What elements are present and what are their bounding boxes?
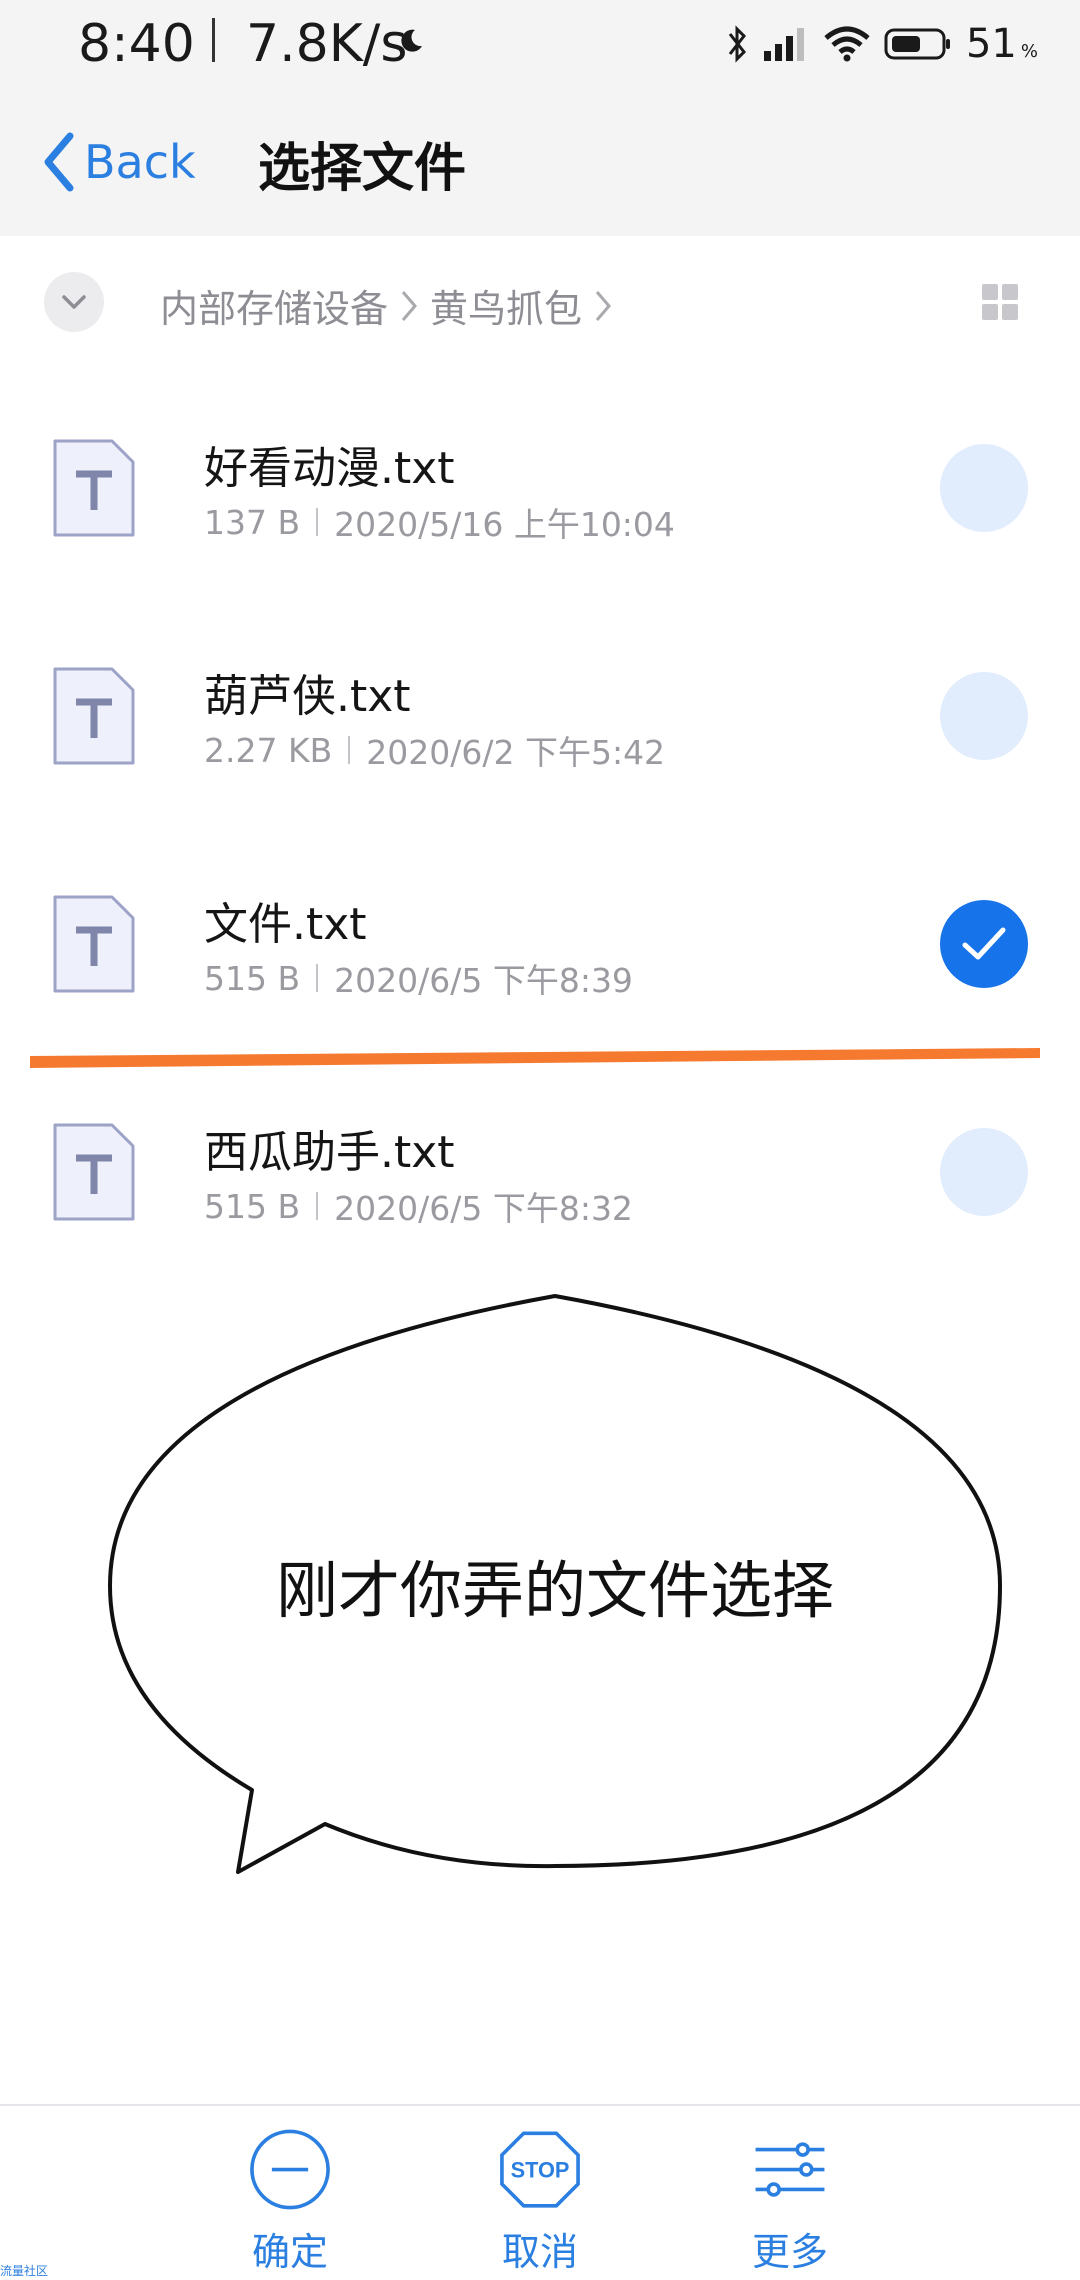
signal-icon [763,28,804,61]
speech-bubble-text: 刚才你弄的文件选择 [275,1554,834,1627]
file-date: 2020/6/5 下午8:32 [334,1189,633,1228]
status-bar: 8:40 7.8K/s 51 % [0,0,1080,90]
file-meta: 515 B 2020/6/5 下午8:32 [204,1182,633,1230]
meta-divider [316,508,319,536]
file-name: 好看动漫.txt [204,443,455,494]
file-date: 2020/6/2 下午5:42 [366,733,666,772]
wifi-icon [824,26,870,62]
file-size: 515 B [204,1186,301,1226]
status-icons: 51 % [726,18,1038,70]
status-time: 8:40 [78,14,195,74]
grid-view-icon[interactable] [982,284,1018,320]
select-checkbox[interactable] [940,672,1028,760]
file-size: 515 B [204,958,301,998]
sliders-icon [755,2142,825,2197]
file-name: 葫芦侠.txt [204,671,411,722]
collapse-toggle-button[interactable] [44,272,104,332]
battery-icon [884,28,950,60]
meta-divider [348,736,351,764]
cancel-button[interactable]: STOP 取消 [470,2126,610,2276]
cancel-label: 取消 [501,2230,578,2274]
file-row[interactable]: 葫芦侠.txt 2.27 KB 2020/6/2 下午5:42 [0,600,1080,828]
battery-level: 51 [965,21,1017,67]
checkmark-icon [962,927,1006,960]
bottom-action-bar: 确定 STOP 取消 更多 [0,2104,1080,2280]
chevron-right-icon [595,290,612,321]
chevron-right-icon [401,290,417,321]
select-checkbox-checked[interactable] [940,900,1028,988]
text-file-icon [53,895,135,993]
back-button[interactable]: Back [42,122,196,202]
file-size: 137 B [204,502,301,542]
file-row[interactable]: 西瓜助手.txt 515 B 2020/6/5 下午8:32 [0,1056,1080,1284]
bluetooth-icon [728,25,746,63]
select-checkbox[interactable] [940,1128,1028,1216]
breadcrumb-bar: 内部存储设备 黄鸟抓包 [0,236,1080,372]
file-meta: 2.27 KB 2020/6/2 下午5:42 [204,726,665,774]
file-date: 2020/6/5 下午8:39 [334,961,633,1000]
file-row[interactable]: 文件.txt 515 B 2020/6/5 下午8:39 [0,828,1080,1056]
file-date: 2020/5/16 上午10:04 [334,505,675,544]
file-name: 西瓜助手.txt [204,1127,455,1178]
status-divider [212,18,215,62]
chevron-down-icon [62,295,86,309]
confirm-label: 确定 [251,2230,328,2274]
page-title: 选择文件 [258,139,467,199]
more-button[interactable]: 更多 [720,2126,860,2276]
chevron-left-icon [44,132,74,192]
select-checkbox[interactable] [940,444,1028,532]
nav-bar: Back 选择文件 [0,90,1080,236]
text-file-icon [53,439,135,537]
watermark: 流量社区 [0,2264,49,2278]
meta-divider [316,964,319,992]
confirm-button[interactable]: 确定 [220,2126,360,2276]
text-file-icon [53,667,135,765]
file-meta: 137 B 2020/5/16 上午10:04 [204,498,675,546]
battery-percent-sign: % [1020,40,1038,62]
stop-icon-text: STOP [511,2158,570,2183]
file-name: 文件.txt [204,899,367,950]
file-meta: 515 B 2020/6/5 下午8:39 [204,954,633,1002]
confirm-icon [250,2129,330,2210]
meta-divider [316,1192,319,1220]
back-label: Back [84,135,196,189]
network-speed: 7.8K/s [246,14,408,74]
text-file-icon [53,1123,135,1221]
breadcrumb: 内部存储设备 黄鸟抓包 [160,278,618,333]
breadcrumb-item-folder[interactable]: 黄鸟抓包 [430,278,582,333]
file-row[interactable]: 好看动漫.txt 137 B 2020/5/16 上午10:04 [0,372,1080,600]
file-size: 2.27 KB [204,730,333,770]
more-label: 更多 [751,2230,828,2274]
stop-icon: STOP [500,2131,580,2208]
annotation-underline [30,1048,1040,1068]
breadcrumb-item-storage[interactable]: 内部存储设备 [160,278,388,333]
moon-icon [401,29,422,52]
